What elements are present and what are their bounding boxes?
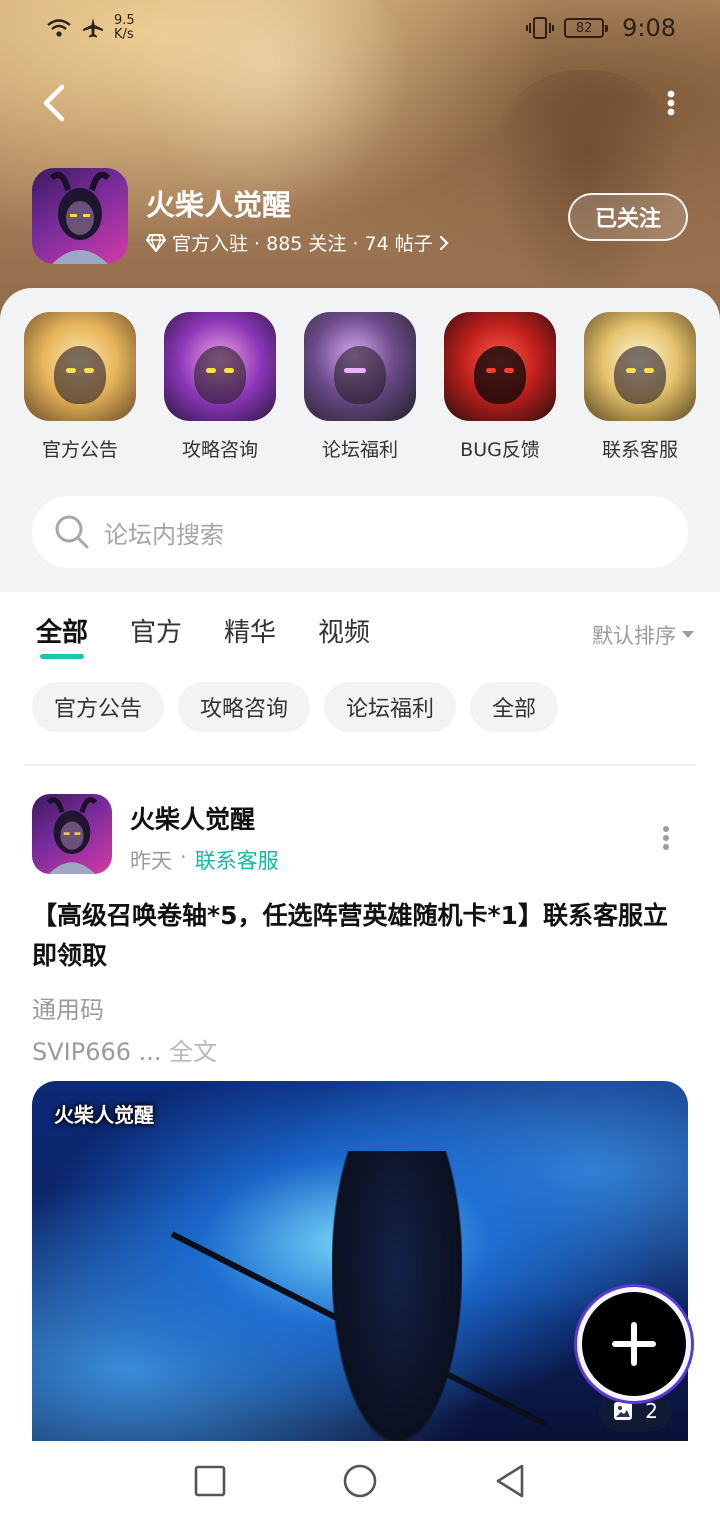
avatar-character-art bbox=[46, 797, 98, 874]
quick-link-thumbnail bbox=[24, 312, 136, 421]
search-icon bbox=[55, 515, 89, 549]
quick-link-customer-service[interactable]: 联系客服 bbox=[584, 312, 696, 462]
quick-link-label: 攻略咨询 bbox=[181, 439, 258, 461]
airplane-icon bbox=[83, 18, 103, 38]
chip-announcements[interactable]: 官方公告 bbox=[32, 682, 165, 732]
status-right: 82 9:08 bbox=[526, 14, 676, 42]
post-more-button[interactable] bbox=[656, 818, 676, 858]
search-input[interactable]: 论坛内搜索 bbox=[32, 496, 688, 568]
system-back-button[interactable] bbox=[490, 1461, 530, 1501]
filter-chips: 官方公告 攻略咨询 论坛福利 全部 bbox=[32, 682, 559, 732]
quick-link-label: 官方公告 bbox=[41, 439, 118, 461]
wifi-icon bbox=[47, 19, 71, 37]
vibrate-icon bbox=[526, 17, 555, 39]
separator-dot: · bbox=[180, 845, 187, 869]
feed-tabs: 全部 官方 精华 视频 bbox=[36, 612, 370, 660]
follow-button[interactable]: 已关注 bbox=[568, 193, 688, 241]
chevron-left-icon bbox=[43, 84, 65, 122]
tab-all[interactable]: 全部 bbox=[36, 612, 88, 659]
quick-link-benefits[interactable]: 论坛福利 bbox=[304, 312, 416, 462]
image-icon bbox=[614, 1402, 633, 1420]
battery-indicator: 82 bbox=[564, 18, 609, 38]
create-post-button[interactable] bbox=[582, 1292, 686, 1396]
quick-link-label: 论坛福利 bbox=[321, 439, 398, 461]
back-button[interactable] bbox=[30, 80, 76, 126]
square-icon bbox=[194, 1465, 226, 1497]
quick-link-thumbnail bbox=[584, 312, 696, 421]
post-ellipsis: ... bbox=[131, 1038, 170, 1066]
game-icon bbox=[32, 168, 128, 264]
chevron-right-icon bbox=[439, 235, 449, 250]
tab-official[interactable]: 官方 bbox=[130, 612, 182, 649]
plus-icon bbox=[612, 1322, 656, 1366]
sort-dropdown[interactable]: 默认排序 bbox=[592, 620, 694, 650]
system-nav-bar bbox=[0, 1442, 720, 1520]
game-title: 火柴人觉醒 bbox=[146, 188, 292, 222]
banner-art-silhouette bbox=[490, 70, 680, 310]
quick-link-label: BUG反馈 bbox=[460, 439, 540, 461]
status-left: 9.5 K/s bbox=[46, 14, 144, 42]
image-character-art bbox=[332, 1151, 462, 1441]
divider bbox=[24, 764, 696, 766]
net-speed: 9.5 K/s bbox=[114, 13, 135, 42]
post-author-avatar[interactable] bbox=[32, 794, 112, 874]
post-board-link[interactable]: 联系客服 bbox=[195, 845, 279, 875]
triangle-back-icon bbox=[496, 1464, 524, 1498]
more-vertical-icon bbox=[663, 826, 669, 850]
post-body-line: 通用码 bbox=[32, 996, 104, 1024]
circle-icon bbox=[343, 1464, 377, 1498]
quick-link-announcements[interactable]: 官方公告 bbox=[24, 312, 136, 462]
quick-link-bug-report[interactable]: BUG反馈 bbox=[444, 312, 556, 462]
post-author-name[interactable]: 火柴人觉醒 bbox=[130, 800, 255, 836]
quick-links-panel: 官方公告 攻略咨询 论坛福利 BUG反馈 联系客服 论坛内搜索 bbox=[0, 288, 720, 592]
search-placeholder: 论坛内搜索 bbox=[104, 520, 224, 549]
quick-link-label: 联系客服 bbox=[601, 439, 678, 461]
caret-down-icon bbox=[682, 631, 694, 638]
recent-apps-button[interactable] bbox=[190, 1461, 230, 1501]
image-count: 2 bbox=[645, 1399, 658, 1423]
post-image[interactable]: 火柴人觉醒 2 bbox=[32, 1081, 688, 1441]
tab-featured[interactable]: 精华 bbox=[224, 612, 276, 649]
full-text-link[interactable]: 全文 bbox=[169, 1038, 217, 1066]
quick-link-thumbnail bbox=[304, 312, 416, 421]
home-button[interactable] bbox=[340, 1461, 380, 1501]
status-bar: 9.5 K/s 82 9:08 bbox=[0, 0, 720, 56]
chip-benefits[interactable]: 论坛福利 bbox=[324, 682, 457, 732]
chip-all[interactable]: 全部 bbox=[470, 682, 559, 732]
quick-link-thumbnail bbox=[444, 312, 556, 421]
clock: 9:08 bbox=[622, 14, 676, 42]
post-body-line: SVIP666 ... 全文 bbox=[32, 1032, 217, 1067]
chip-guides[interactable]: 攻略咨询 bbox=[178, 682, 311, 732]
post-title[interactable]: 【高级召唤卷轴*5，任选阵营英雄随机卡*1】联系客服立即领取 bbox=[32, 896, 692, 976]
quick-link-thumbnail bbox=[164, 312, 276, 421]
post-body-code: SVIP666 bbox=[32, 1038, 132, 1066]
tab-video[interactable]: 视频 bbox=[318, 612, 370, 649]
post-time: 昨天 bbox=[130, 849, 172, 873]
game-meta-text: 官方入驻 · 885 关注 · 74 帖子 bbox=[172, 233, 433, 255]
game-character-art bbox=[49, 172, 111, 264]
image-game-logo: 火柴人觉醒 bbox=[54, 1103, 154, 1127]
post-meta: 昨天 · 联系客服 bbox=[130, 845, 279, 875]
diamond-icon bbox=[146, 233, 166, 252]
sort-label: 默认排序 bbox=[592, 624, 676, 648]
more-vertical-icon bbox=[667, 90, 675, 116]
image-count-badge: 2 bbox=[599, 1391, 672, 1431]
more-options-button[interactable] bbox=[656, 80, 686, 126]
game-meta[interactable]: 官方入驻 · 885 关注 · 74 帖子 bbox=[146, 229, 449, 256]
quick-link-guides[interactable]: 攻略咨询 bbox=[164, 312, 276, 462]
